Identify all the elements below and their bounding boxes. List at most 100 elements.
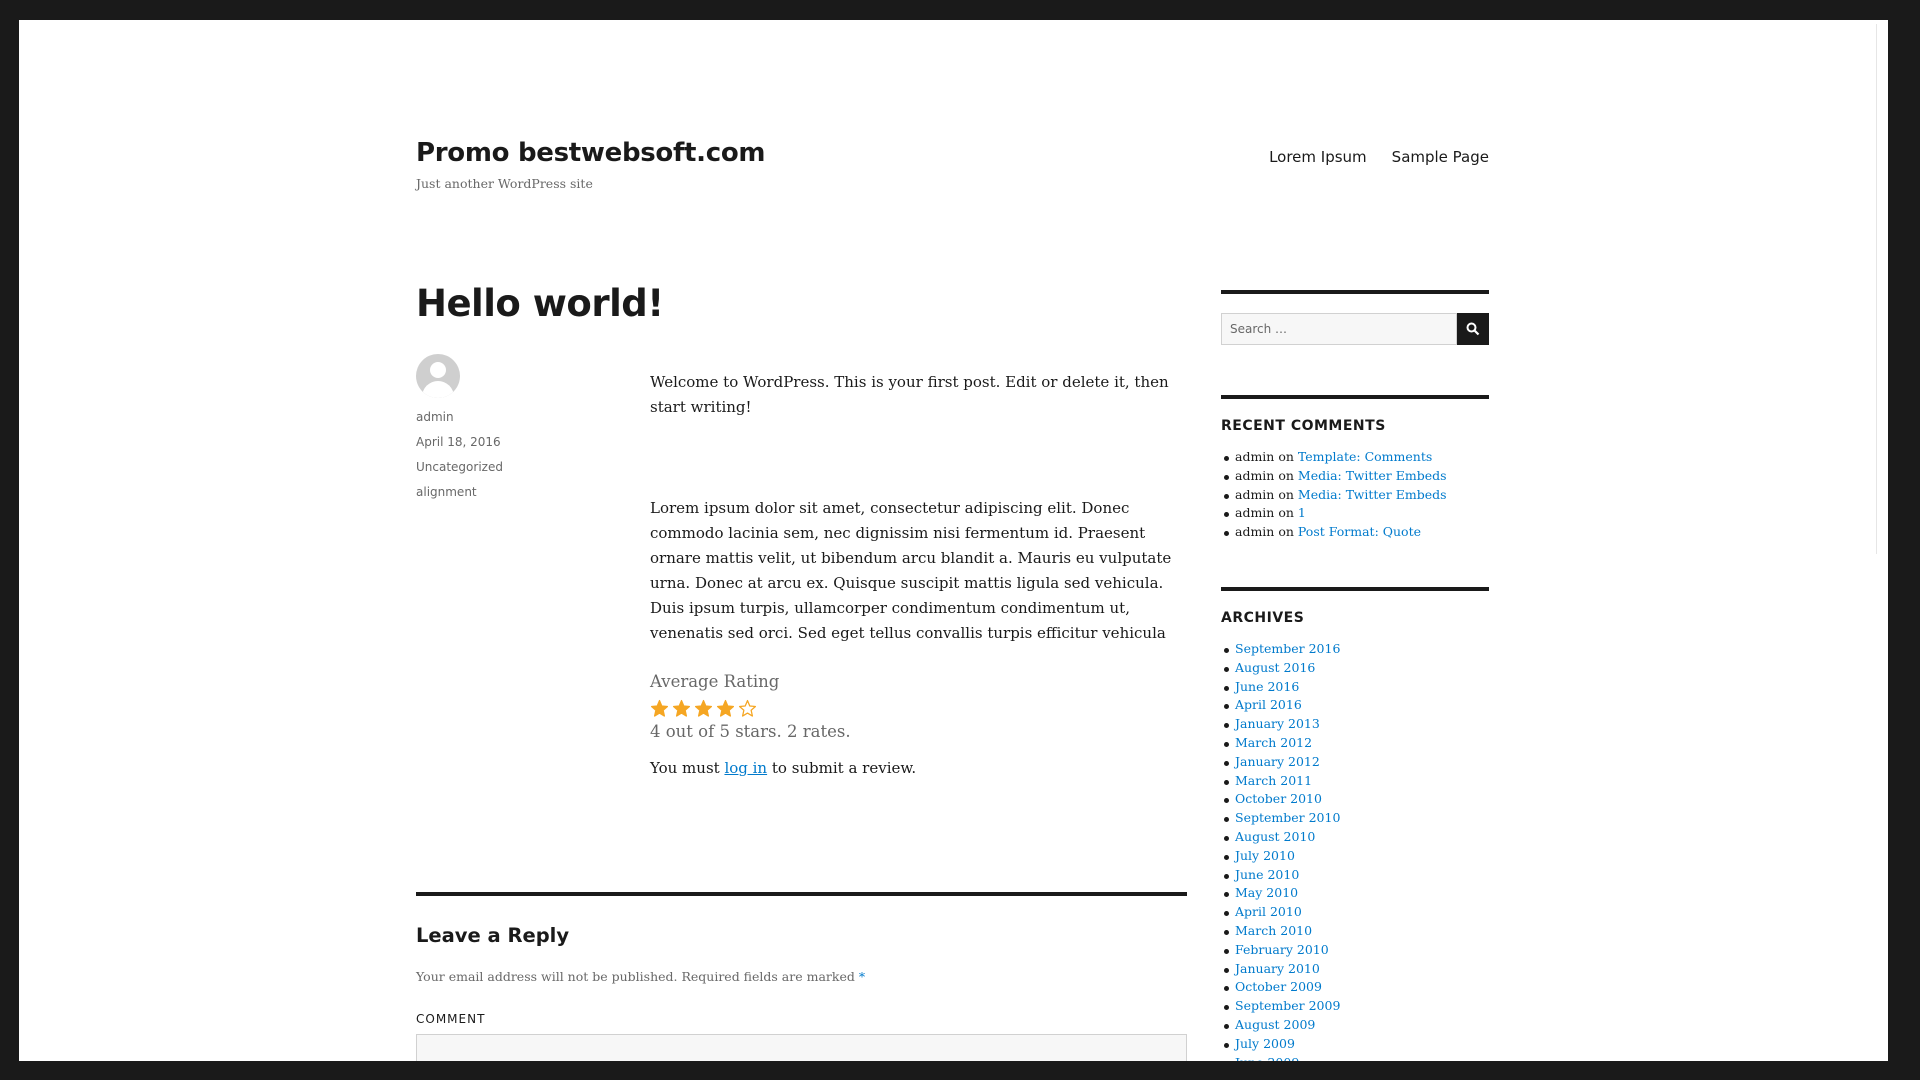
- archive-item: April 2010: [1221, 903, 1489, 922]
- comment-on: on: [1278, 467, 1294, 483]
- archive-link[interactable]: May 2010: [1235, 885, 1298, 900]
- comment-post-link[interactable]: Post Format: Quote: [1298, 524, 1421, 539]
- archive-item: June 2010: [1221, 866, 1489, 885]
- rating-summary: 4 out of 5 stars. 2 rates.: [650, 722, 851, 741]
- star-filled-icon: [650, 699, 669, 717]
- comment-author: admin: [1235, 486, 1275, 502]
- recent-comments-list: admin on Template: Comments admin on Medi…: [1221, 448, 1489, 542]
- post-title: Hello world!: [416, 282, 664, 325]
- archive-item: March 2010: [1221, 922, 1489, 941]
- site-description: Just another WordPress site: [416, 176, 593, 191]
- archive-item: March 2011: [1221, 772, 1489, 791]
- search-icon: [1466, 322, 1480, 336]
- archive-item: October 2009: [1221, 978, 1489, 997]
- rating-title: Average Rating: [650, 672, 780, 691]
- login-message: You must log in to submit a review.: [650, 756, 1190, 781]
- archive-item: March 2012: [1221, 734, 1489, 753]
- reply-title: Leave a Reply: [416, 924, 570, 947]
- archive-link[interactable]: February 2010: [1235, 942, 1329, 957]
- comment-author: admin: [1235, 505, 1275, 521]
- archive-link[interactable]: January 2013: [1235, 716, 1320, 731]
- archive-link[interactable]: April 2016: [1235, 697, 1302, 712]
- archive-link[interactable]: October 2009: [1235, 979, 1322, 994]
- archives-title: ARCHIVES: [1221, 609, 1305, 626]
- archive-link[interactable]: September 2010: [1235, 810, 1340, 825]
- nav-item-lorem-ipsum[interactable]: Lorem Ipsum: [1269, 148, 1367, 166]
- archive-link[interactable]: March 2010: [1235, 923, 1312, 938]
- star-empty-icon: [738, 699, 757, 717]
- recent-comment-item: admin on Post Format: Quote: [1221, 523, 1489, 542]
- scrollbar-thumb[interactable]: [1876, 24, 1886, 554]
- star-filled-icon: [716, 699, 735, 717]
- post-author[interactable]: admin: [416, 410, 596, 424]
- archive-link[interactable]: March 2012: [1235, 735, 1312, 750]
- archive-link[interactable]: July 2009: [1235, 1036, 1295, 1051]
- comment-label: COMMENT: [416, 1012, 486, 1026]
- archive-link[interactable]: April 2010: [1235, 904, 1302, 919]
- entry-meta: admin April 18, 2016 Uncategorized align…: [416, 354, 596, 499]
- search-widget: Search …: [1221, 290, 1489, 345]
- archive-item: October 2010: [1221, 790, 1489, 809]
- archive-link[interactable]: January 2012: [1235, 754, 1320, 769]
- archive-link[interactable]: August 2010: [1235, 829, 1315, 844]
- archive-link[interactable]: March 2011: [1235, 773, 1312, 788]
- archive-item: June 2016: [1221, 678, 1489, 697]
- recent-comment-item: admin on Media: Twitter Embeds: [1221, 467, 1489, 486]
- comment-author: admin: [1235, 467, 1275, 483]
- comment-post-link[interactable]: Template: Comments: [1298, 449, 1432, 464]
- login-prefix: You must: [650, 759, 725, 777]
- archive-link[interactable]: June 2009: [1235, 1055, 1299, 1061]
- archive-link[interactable]: June 2010: [1235, 867, 1299, 882]
- comment-post-link[interactable]: Media: Twitter Embeds: [1298, 487, 1447, 502]
- star-filled-icon: [694, 699, 713, 717]
- post-date[interactable]: April 18, 2016: [416, 435, 596, 449]
- comment-on: on: [1278, 505, 1294, 521]
- archive-item: June 2009: [1221, 1054, 1489, 1061]
- comment-post-link[interactable]: 1: [1298, 505, 1306, 520]
- post-tag[interactable]: alignment: [416, 485, 596, 499]
- archive-item: July 2010: [1221, 847, 1489, 866]
- login-suffix: to submit a review.: [767, 759, 917, 777]
- archive-link[interactable]: August 2016: [1235, 660, 1315, 675]
- comment-post-link[interactable]: Media: Twitter Embeds: [1298, 468, 1447, 483]
- login-link[interactable]: log in: [724, 759, 767, 777]
- archive-link[interactable]: September 2009: [1235, 998, 1340, 1013]
- archive-item: February 2010: [1221, 941, 1489, 960]
- site-header: Promo bestwebsoft.com Just another WordP…: [416, 120, 1489, 200]
- archive-link[interactable]: June 2016: [1235, 679, 1299, 694]
- archive-link[interactable]: July 2010: [1235, 848, 1295, 863]
- main-navigation: Lorem Ipsum Sample Page: [1269, 148, 1489, 166]
- search-button[interactable]: [1457, 313, 1489, 345]
- nav-item-sample-page[interactable]: Sample Page: [1392, 148, 1489, 166]
- archive-link[interactable]: January 2010: [1235, 961, 1320, 976]
- archive-item: September 2009: [1221, 997, 1489, 1016]
- archive-link[interactable]: August 2009: [1235, 1017, 1315, 1032]
- sidebar: Search … RECENT COMMENTS admin on Templa…: [1221, 290, 1489, 1061]
- archive-item: August 2016: [1221, 659, 1489, 678]
- comment-notes: Your email address will not be published…: [416, 969, 1187, 984]
- archive-item: July 2009: [1221, 1035, 1489, 1054]
- scrollbar[interactable]: [1875, 20, 1888, 1061]
- comment-on: on: [1278, 524, 1294, 540]
- comment-textarea[interactable]: [416, 1034, 1187, 1061]
- archive-item: September 2010: [1221, 809, 1489, 828]
- archives-widget: ARCHIVES September 2016 August 2016 June 2…: [1221, 586, 1489, 1061]
- search-input[interactable]: Search …: [1221, 313, 1457, 345]
- archive-item: August 2010: [1221, 828, 1489, 847]
- recent-comment-item: admin on Template: Comments: [1221, 448, 1489, 467]
- archive-item: January 2013: [1221, 715, 1489, 734]
- archive-item: September 2016: [1221, 640, 1489, 659]
- recent-comment-item: admin on 1: [1221, 504, 1489, 523]
- archive-item: August 2009: [1221, 1016, 1489, 1035]
- site-title[interactable]: Promo bestwebsoft.com: [416, 138, 765, 168]
- comments-area: Leave a Reply Your email address will no…: [416, 892, 1187, 1061]
- archive-item: April 2016: [1221, 696, 1489, 715]
- archive-link[interactable]: October 2010: [1235, 791, 1322, 806]
- archive-link[interactable]: September 2016: [1235, 641, 1340, 656]
- comment-notes-text: Your email address will not be published…: [416, 969, 859, 984]
- post-paragraph: Lorem ipsum dolor sit amet, consectetur …: [650, 499, 1172, 642]
- browser-page: Promo bestwebsoft.com Just another WordP…: [19, 20, 1888, 1061]
- post-category[interactable]: Uncategorized: [416, 460, 596, 474]
- entry-content: Welcome to WordPress. This is your first…: [650, 370, 1190, 781]
- recent-comments-widget: RECENT COMMENTS admin on Template: Comme…: [1221, 395, 1489, 542]
